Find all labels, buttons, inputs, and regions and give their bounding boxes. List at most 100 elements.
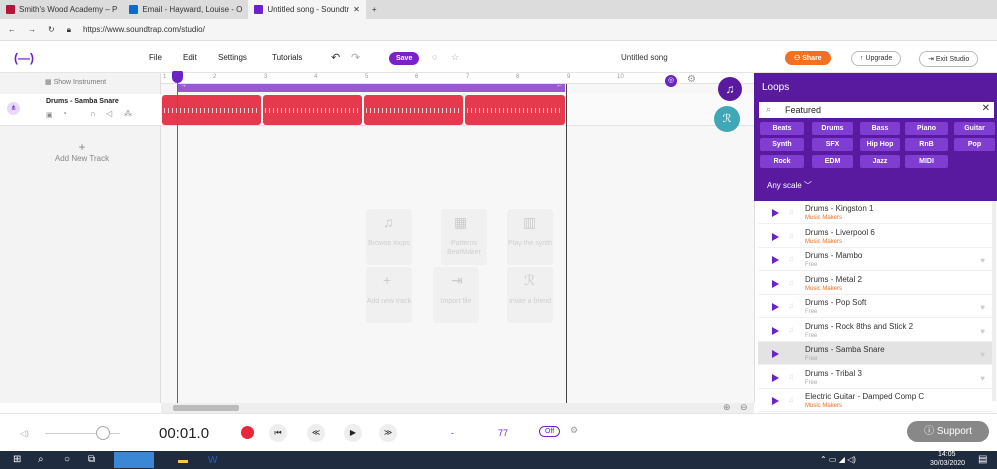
clear-search-icon[interactable]: ✕	[982, 103, 990, 114]
play-preview-icon[interactable]	[772, 350, 779, 358]
play-preview-icon[interactable]	[772, 374, 779, 382]
refresh-icon[interactable]: ↻	[48, 25, 55, 34]
filter-chip[interactable]: RnB	[905, 138, 948, 151]
play-preview-icon[interactable]	[772, 233, 779, 241]
loop-item[interactable]: ♫ Drums - Kingston 1 Music Makers	[758, 201, 993, 224]
loop-item[interactable]: ♫ Drums - Rock 8ths and Stick 2 Free ♥	[758, 319, 993, 342]
menu-settings[interactable]: Settings	[218, 53, 247, 62]
upgrade-button[interactable]: ↑ Upgrade	[851, 51, 902, 66]
filter-chip[interactable]: Piano	[905, 122, 948, 135]
filter-chip[interactable]: Hip Hop	[860, 138, 900, 151]
url-field[interactable]: https://www.soundtrap.com/studio/	[83, 25, 205, 34]
forward-icon[interactable]: →	[28, 25, 36, 34]
filter-chip[interactable]: Bass	[860, 122, 900, 135]
windows-start-icon[interactable]: ⊞	[13, 454, 21, 465]
show-instrument-button[interactable]: ▦ Show Instrument	[45, 78, 106, 86]
loop-item[interactable]: ♫ Electric Guitar - Damped Comp C Music Ma…	[758, 389, 993, 412]
exit-studio-button[interactable]: ⇥ Exit Studio	[919, 51, 979, 67]
filter-chip[interactable]: MIDI	[905, 155, 948, 168]
menu-file[interactable]: File	[149, 53, 162, 62]
favorite-heart-icon[interactable]: ♥	[980, 256, 985, 265]
collaborate-button[interactable]: ℛ	[714, 106, 740, 132]
play-preview-icon[interactable]	[772, 303, 779, 311]
record-arm-icon[interactable]: ▣	[46, 111, 53, 119]
audio-clip[interactable]	[263, 95, 362, 125]
zoom-out-icon[interactable]: ⊖	[740, 402, 748, 413]
metronome-settings-icon[interactable]: ⚙	[570, 425, 578, 436]
cortana-icon[interactable]: ○	[64, 454, 70, 465]
loop-item[interactable]: ♫ Drums - Mambo Free ♥	[758, 248, 993, 271]
metronome-toggle[interactable]: Off	[539, 426, 561, 437]
play-preview-icon[interactable]	[772, 327, 779, 335]
share-button[interactable]: ⚇ Share	[785, 51, 831, 65]
play-preview-icon[interactable]	[772, 256, 779, 264]
skip-to-start-button[interactable]: ⏮	[269, 424, 287, 442]
favorite-heart-icon[interactable]: ♥	[980, 374, 985, 383]
rewind-button[interactable]: ≪	[307, 424, 325, 442]
menu-tutorials[interactable]: Tutorials	[272, 53, 302, 62]
save-button[interactable]: Save	[389, 52, 420, 65]
scrollbar-thumb[interactable]	[173, 405, 239, 411]
favorite-heart-icon[interactable]: ♥	[980, 327, 985, 336]
volume-knob-icon[interactable]: ◔	[62, 109, 67, 118]
edge-taskbar-icon[interactable]	[114, 452, 154, 468]
playhead-handle[interactable]	[172, 71, 183, 83]
close-tab-icon[interactable]: ✕	[353, 5, 360, 14]
play-preview-icon[interactable]	[772, 280, 779, 288]
word-icon[interactable]: W	[208, 455, 217, 466]
file-explorer-icon[interactable]: ▬	[178, 455, 188, 466]
redo-icon[interactable]: ↷	[351, 51, 360, 64]
favorite-heart-icon[interactable]: ♥	[980, 303, 985, 312]
loop-item[interactable]: ♫ Drums - Samba Snare Free ♥	[758, 342, 993, 365]
tempo-display[interactable]: 77	[498, 428, 508, 438]
play-button[interactable]: ▶	[344, 424, 362, 442]
favorite-heart-icon[interactable]: ♥	[980, 350, 985, 359]
filter-chip[interactable]: Pop	[954, 138, 995, 151]
menu-edit[interactable]: Edit	[183, 53, 197, 62]
record-button[interactable]	[241, 426, 254, 439]
filter-chip[interactable]: Beats	[760, 122, 804, 135]
filter-chip[interactable]: EDM	[812, 155, 853, 168]
loop-list-scrollbar[interactable]	[992, 201, 996, 401]
audio-clip[interactable]	[465, 95, 565, 125]
browser-tab-2[interactable]: Untitled song - Soundtr ✕	[248, 0, 366, 19]
volume-slider-handle[interactable]	[96, 426, 110, 440]
loop-item[interactable]: ♫ Drums - Pop Soft Free ♥	[758, 295, 993, 318]
filter-chip[interactable]: Guitar	[954, 122, 995, 135]
task-view-icon[interactable]: ⧉	[88, 454, 95, 465]
undo-icon[interactable]: ↶	[331, 51, 340, 64]
fast-forward-button[interactable]: ≫	[379, 424, 397, 442]
track-name[interactable]: Drums - Samba Snare	[46, 98, 119, 105]
loops-browser-button[interactable]: ♫	[718, 77, 742, 101]
settings-gear-icon[interactable]: ⚙	[687, 74, 696, 85]
soundtrap-logo-icon[interactable]: (—)	[14, 51, 34, 65]
filter-chip[interactable]: Jazz	[860, 155, 900, 168]
key-display[interactable]: -	[451, 428, 454, 438]
loop-item[interactable]: ♫ Drums - Tribal 3 Free ♥	[758, 366, 993, 389]
playhead[interactable]	[177, 73, 178, 403]
notifications-icon[interactable]: ▤	[978, 454, 987, 465]
star-icon[interactable]: ☆	[451, 52, 459, 63]
back-icon[interactable]: ←	[8, 25, 16, 34]
loop-region-bar[interactable]: → ←	[178, 82, 565, 92]
play-preview-icon[interactable]	[772, 397, 779, 405]
mute-icon[interactable]: ◁	[106, 109, 112, 118]
filter-chip[interactable]: Synth	[760, 138, 804, 151]
filter-chip[interactable]: Rock	[760, 155, 804, 168]
scale-dropdown[interactable]: Any scale ﹀	[767, 180, 812, 191]
headphones-icon[interactable]: ∩	[90, 109, 96, 118]
play-preview-icon[interactable]	[772, 209, 779, 217]
add-new-track-button[interactable]: + Add New Track	[43, 140, 121, 163]
zoom-in-icon[interactable]: ⊕	[723, 402, 731, 413]
fx-icon[interactable]: ⁂	[124, 109, 132, 118]
track-header[interactable]: ⋔ Drums - Samba Snare ▣ ◔ ∩ ◁ ⁂	[0, 94, 161, 126]
loop-item[interactable]: ♫ Drums - Metal 2 Music Makers	[758, 272, 993, 295]
search-icon[interactable]: ⌕	[38, 454, 44, 465]
loops-search-input[interactable]: ⌕ Featured ✕	[759, 102, 994, 118]
loops-toggle-icon[interactable]: ◎	[665, 75, 677, 87]
song-title[interactable]: Untitled song	[621, 53, 668, 62]
loop-item[interactable]: ♫ Drums - Liverpool 6 Music Makers	[758, 225, 993, 248]
browser-tab-1[interactable]: Email - Hayward, Louise - O	[123, 0, 248, 19]
support-button[interactable]: ⓘ Support	[907, 421, 989, 442]
filter-chip[interactable]: Drums	[812, 122, 853, 135]
